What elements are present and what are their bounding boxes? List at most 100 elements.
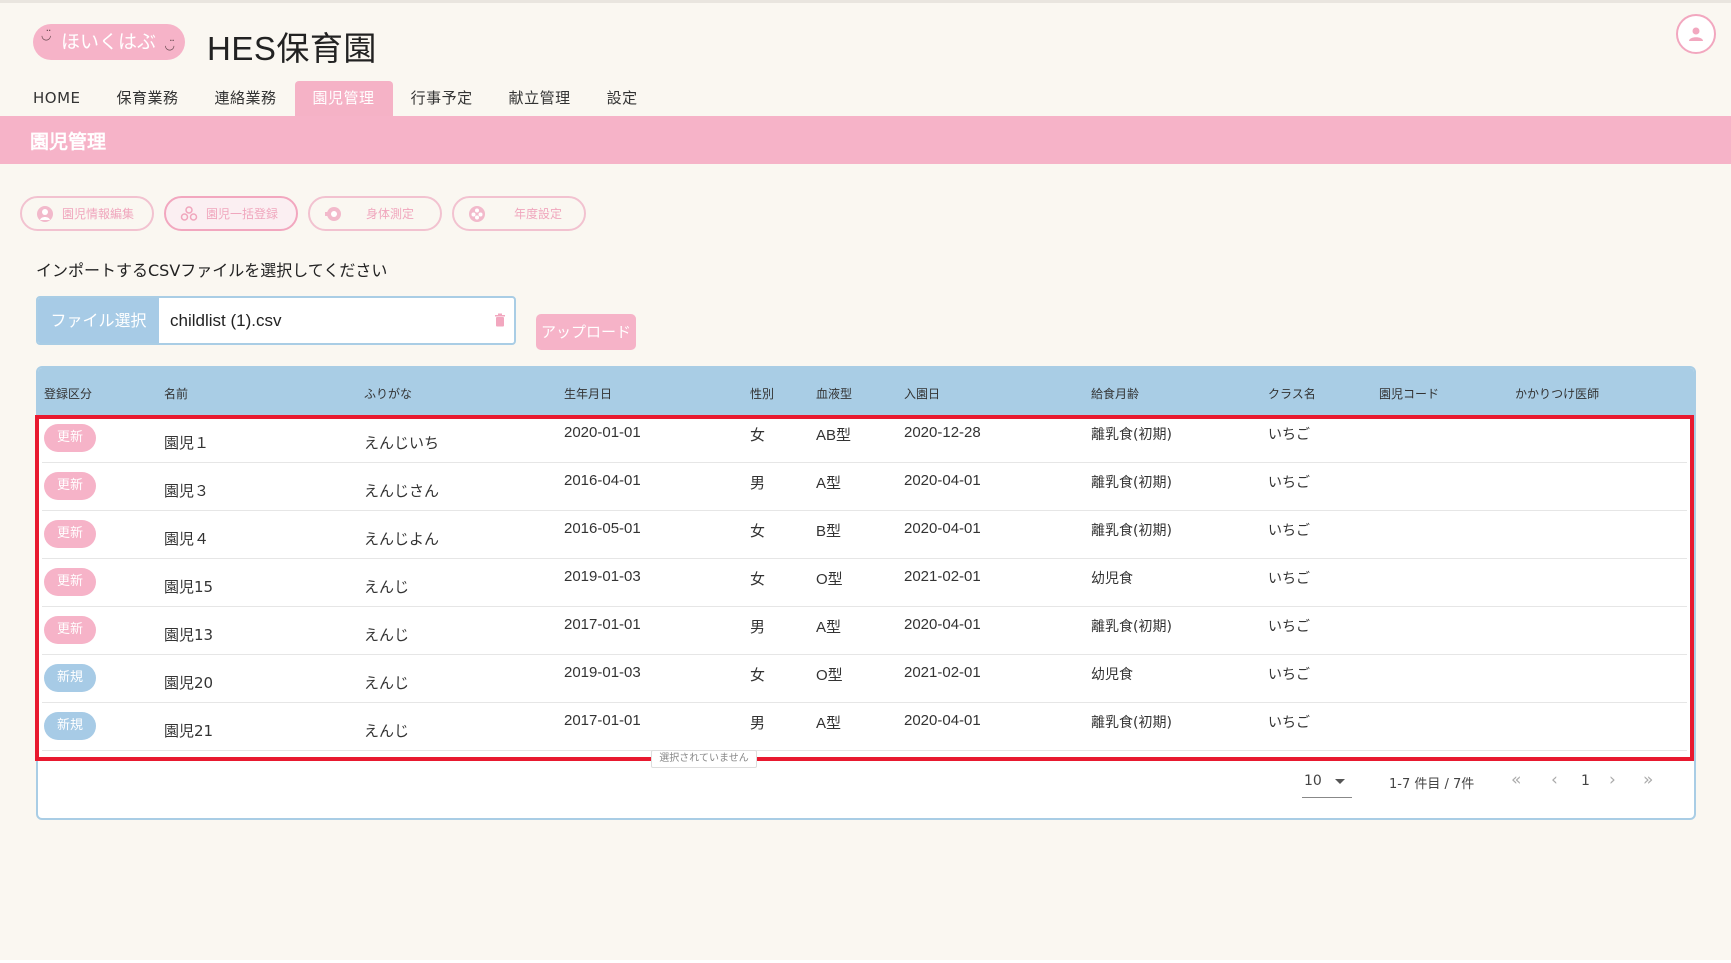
edit-child-info-button[interactable]: 園児情報編集 [20, 196, 154, 231]
bulk-register-button[interactable]: 園児一括登録 [164, 196, 298, 231]
cell-sex: 女 [750, 523, 766, 540]
cell-meal-stage: 幼児食 [1091, 571, 1133, 587]
cell-class: いちご [1268, 427, 1310, 443]
table-row[interactable]: 更新 園児４ えんじよん 2016-05-01 女 B型 2020-04-01 … [42, 511, 1687, 559]
fiscal-year-settings-button[interactable]: 年度設定 [452, 196, 586, 231]
cell-blood-type: A型 [816, 475, 842, 492]
cell-birthdate: 2017-01-01 [564, 616, 641, 633]
cell-blood-type: O型 [816, 667, 843, 684]
cell-class: いちご [1268, 619, 1310, 635]
cell-class: いちご [1268, 715, 1310, 731]
file-input[interactable]: ファイル選択 childlist (1).csv [36, 296, 516, 345]
col-header: 名前 [164, 387, 189, 401]
cell-birthdate: 2017-01-01 [564, 712, 641, 729]
cell-kana: えんじさん [364, 482, 440, 500]
measure-icon [325, 206, 341, 221]
cell-blood-type: AB型 [816, 427, 852, 444]
cell-name: 園児21 [164, 722, 214, 740]
col-header: 園児コード [1379, 387, 1440, 401]
col-header: 血液型 [816, 387, 853, 401]
tab-home[interactable]: HOME [15, 81, 99, 116]
site-title: HES保育園 [207, 30, 377, 67]
table-row[interactable]: 更新 園児13 えんじ 2017-01-01 男 A型 2020-04-01 離… [42, 607, 1687, 655]
table-row[interactable]: 新規 園児20 えんじ 2019-01-03 女 O型 2021-02-01 幼… [42, 655, 1687, 703]
page-header-band: 園児管理 [0, 116, 1731, 164]
top-border [0, 0, 1731, 3]
trash-icon[interactable] [494, 313, 506, 327]
cell-meal-stage: 離乳食(初期) [1091, 523, 1172, 539]
cell-sex: 女 [750, 427, 766, 444]
cell-birthdate: 2016-04-01 [564, 472, 641, 489]
status-badge: 新規 [44, 664, 96, 692]
body-measurement-button[interactable]: 身体測定 [308, 196, 442, 231]
col-header: 生年月日 [564, 387, 613, 401]
user-icon [1689, 27, 1703, 41]
cell-entry-date: 2020-04-01 [904, 712, 981, 729]
tab-settings[interactable]: 設定 [589, 81, 656, 116]
status-badge: 更新 [44, 616, 96, 644]
flower-icon [469, 205, 485, 222]
page-range: 1-7 件目 / 7件 [1389, 777, 1475, 792]
table-row[interactable]: 更新 園児15 えんじ 2019-01-03 女 O型 2021-02-01 幼… [42, 559, 1687, 607]
rows-per-page-select[interactable]: 10 [1304, 773, 1322, 789]
table-row[interactable]: 更新 園児３ えんじさん 2016-04-01 男 A型 2020-04-01 … [42, 463, 1687, 511]
cell-kana: えんじ [364, 674, 410, 692]
cell-entry-date: 2021-02-01 [904, 568, 981, 585]
cell-kana: えんじいち [364, 434, 440, 452]
action-label: 年度設定 [514, 207, 563, 221]
cell-kana: えんじ [364, 578, 410, 596]
cell-entry-date: 2020-04-01 [904, 616, 981, 633]
cell-blood-type: A型 [816, 715, 842, 732]
col-header: ふりがな [364, 387, 413, 401]
last-page-icon[interactable]: » [1643, 770, 1653, 790]
app-logo[interactable]: ◡̈ ほいくはぶ ◡̈ [33, 24, 185, 60]
cell-kana: えんじ [364, 626, 410, 644]
cell-meal-stage: 離乳食(初期) [1091, 715, 1172, 731]
current-page[interactable]: 1 [1581, 773, 1590, 789]
status-badge: 更新 [44, 520, 96, 548]
cell-class: いちご [1268, 475, 1310, 491]
cell-blood-type: O型 [816, 571, 843, 588]
tab-communication[interactable]: 連絡業務 [197, 81, 295, 116]
import-instruction: インポートするCSVファイルを選択してください [36, 261, 388, 280]
col-header: 性別 [750, 387, 775, 401]
cell-blood-type: A型 [816, 619, 842, 636]
first-page-icon[interactable]: « [1511, 770, 1521, 790]
action-label: 園児一括登録 [206, 207, 279, 221]
cell-entry-date: 2020-04-01 [904, 520, 981, 537]
action-buttons: 園児情報編集 園児一括登録 身体測定 年度設定 [20, 196, 596, 231]
status-badge: 更新 [44, 424, 96, 452]
tab-childcare[interactable]: 保育業務 [99, 81, 197, 116]
cell-name: 園児１ [164, 434, 210, 452]
cell-meal-stage: 離乳食(初期) [1091, 619, 1172, 635]
tab-child-management[interactable]: 園児管理 [294, 81, 393, 116]
cell-class: いちご [1268, 667, 1310, 683]
tab-events[interactable]: 行事予定 [393, 81, 491, 116]
cell-sex: 女 [750, 571, 766, 588]
cell-birthdate: 2019-01-03 [564, 664, 641, 681]
chevron-down-icon[interactable] [1335, 779, 1345, 784]
table-row[interactable]: 新規 園児21 えんじ 2017-01-01 男 A型 2020-04-01 離… [42, 703, 1687, 751]
table-row[interactable]: 更新 園児１ えんじいち 2020-01-01 女 AB型 2020-12-28… [42, 415, 1687, 463]
file-select-button[interactable]: ファイル選択 [38, 298, 159, 343]
upload-button[interactable]: アップロード [536, 314, 636, 350]
col-header: 給食月齢 [1091, 387, 1140, 401]
cell-class: いちご [1268, 571, 1310, 587]
cell-birthdate: 2019-01-03 [564, 568, 641, 585]
prev-page-icon[interactable]: ‹ [1551, 770, 1558, 790]
logo-text: ほいくはぶ [61, 31, 157, 53]
group-icon [180, 205, 198, 221]
tab-menu[interactable]: 献立管理 [491, 81, 589, 116]
cell-name: 園児13 [164, 626, 214, 644]
cell-kana: えんじ [364, 722, 410, 740]
next-page-icon[interactable]: › [1609, 770, 1616, 790]
status-badge: 更新 [44, 472, 96, 500]
cell-name: 園児15 [164, 578, 214, 596]
cell-class: いちご [1268, 523, 1310, 539]
cell-sex: 女 [750, 667, 766, 684]
col-header: クラス名 [1268, 387, 1316, 401]
smile-icon: ◡̈ [164, 38, 175, 52]
status-badge: 新規 [44, 712, 96, 740]
user-account-button[interactable] [1676, 14, 1716, 54]
cell-meal-stage: 離乳食(初期) [1091, 475, 1172, 491]
